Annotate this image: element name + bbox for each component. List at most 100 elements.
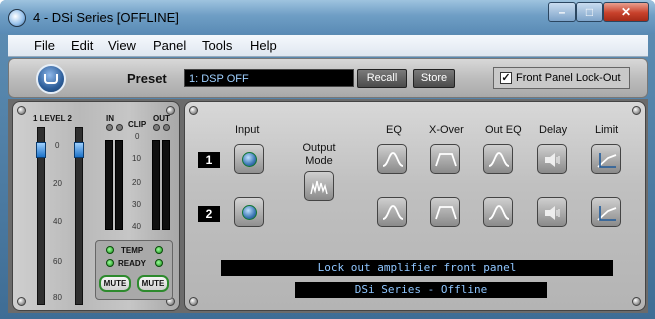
menu-help[interactable]: Help	[250, 38, 277, 53]
eq-bell-icon	[488, 205, 510, 220]
out-eq-2-button[interactable]	[483, 197, 513, 227]
close-button[interactable]: ✕	[603, 2, 649, 22]
clip-led-icon	[106, 124, 113, 131]
preset-select[interactable]: 1: DSP OFF	[184, 69, 354, 87]
ready-led-icon	[155, 259, 163, 267]
lockout-label: Front Panel Lock-Out	[516, 72, 621, 84]
temp-led-icon	[106, 246, 114, 254]
level-panel: 1 LEVEL 2 IN CLIP OUT 0 20 40 60 80 0 10…	[12, 101, 180, 311]
input-meter-2	[115, 140, 123, 230]
limit-header: Limit	[595, 124, 619, 136]
input-meter-1	[105, 140, 113, 230]
meter-tick: 30	[132, 200, 141, 209]
menu-panel[interactable]: Panel	[153, 38, 186, 53]
eq-1-button[interactable]	[377, 144, 407, 174]
eq-header: EQ	[386, 124, 402, 136]
temp-label: TEMP	[121, 246, 144, 255]
fader-scale: 0 20 40 60 80	[51, 127, 69, 305]
meter-scale: 0 10 20 30 40	[129, 132, 147, 232]
app-window: 4 - DSi Series [OFFLINE] – □ ✕ File Edit…	[0, 0, 655, 319]
clip-led-icon	[116, 124, 123, 131]
limit-1-button[interactable]	[591, 144, 621, 174]
main-area: 1 LEVEL 2 IN CLIP OUT 0 20 40 60 80 0 10…	[8, 99, 648, 313]
channel-1-label: 1	[198, 152, 220, 168]
preset-bar: Preset 1: DSP OFF Recall Store ✓ Front P…	[8, 58, 648, 98]
minimize-button[interactable]: –	[548, 2, 576, 22]
menu-tools[interactable]: Tools	[202, 38, 232, 53]
screw-icon	[189, 297, 198, 306]
mute-button-2[interactable]: MUTE	[137, 275, 169, 292]
ready-led-icon	[106, 259, 114, 267]
meter-tick: 40	[132, 222, 141, 231]
level-fader-1[interactable]	[36, 127, 46, 305]
temp-led-icon	[155, 246, 163, 254]
limiter-icon	[597, 206, 617, 221]
in-label: IN	[106, 114, 114, 123]
meter-tick: 10	[132, 154, 141, 163]
level-fader-2[interactable]	[74, 127, 84, 305]
output-meter-1	[152, 140, 160, 230]
input-1-button[interactable]	[234, 144, 264, 174]
input-knob-icon	[242, 152, 257, 167]
menu-edit[interactable]: Edit	[71, 38, 93, 53]
screw-icon	[632, 297, 641, 306]
xover-icon	[435, 206, 457, 220]
store-button[interactable]: Store	[413, 69, 455, 88]
screw-icon	[17, 106, 26, 115]
recall-button[interactable]: Recall	[357, 69, 407, 88]
xover-2-button[interactable]	[430, 197, 460, 227]
output-mode-button[interactable]	[304, 171, 334, 201]
menu-bar: File Edit View Panel Tools Help	[8, 35, 648, 57]
clip-led-icon	[163, 124, 170, 131]
fader-tick: 40	[53, 217, 62, 226]
input-knob-icon	[242, 205, 257, 220]
maximize-button[interactable]: □	[576, 2, 603, 22]
limit-2-button[interactable]	[591, 197, 621, 227]
out-eq-header: Out EQ	[485, 124, 522, 136]
eq-bell-icon	[382, 205, 404, 220]
input-2-button[interactable]	[234, 197, 264, 227]
status-indicators: TEMP READY MUTE MUTE	[95, 240, 173, 300]
limiter-icon	[597, 153, 617, 168]
delay-1-button[interactable]	[537, 144, 567, 174]
screw-icon	[189, 106, 198, 115]
xover-header: X-Over	[429, 124, 464, 136]
fader-tick: 60	[53, 257, 62, 266]
fader-handle[interactable]	[74, 142, 84, 158]
fader-tick: 80	[53, 293, 62, 302]
ready-label: READY	[118, 259, 147, 268]
eq-bell-icon	[488, 152, 510, 167]
screw-icon	[17, 297, 26, 306]
brand-logo-icon	[36, 64, 66, 94]
menu-view[interactable]: View	[108, 38, 136, 53]
device-status: DSi Series - Offline	[295, 282, 547, 298]
preset-label: Preset	[127, 71, 167, 86]
level-label: 1 LEVEL 2	[33, 114, 72, 123]
channel-2-label: 2	[198, 206, 220, 222]
delay-header: Delay	[539, 124, 568, 136]
output-meter-2	[162, 140, 170, 230]
menu-file[interactable]: File	[34, 38, 55, 53]
window-title: 4 - DSi Series [OFFLINE]	[33, 10, 179, 25]
title-bar[interactable]: 4 - DSi Series [OFFLINE] – □ ✕	[0, 0, 655, 34]
out-eq-1-button[interactable]	[483, 144, 513, 174]
fader-handle[interactable]	[36, 142, 46, 158]
speaker-icon	[545, 153, 560, 167]
meter-tick: 0	[135, 132, 140, 141]
fader-tick: 0	[55, 141, 60, 150]
input-header: Input	[235, 124, 260, 136]
clip-label: CLIP	[128, 120, 147, 129]
mute-button-1[interactable]: MUTE	[99, 275, 131, 292]
front-panel-lockout[interactable]: ✓ Front Panel Lock-Out	[493, 67, 630, 89]
clip-led-icon	[153, 124, 160, 131]
xover-1-button[interactable]	[430, 144, 460, 174]
xover-icon	[435, 153, 457, 167]
status-message: Lock out amplifier front panel	[221, 260, 613, 276]
app-icon	[8, 9, 26, 27]
lockout-checkbox[interactable]: ✓	[500, 72, 512, 84]
eq-2-button[interactable]	[377, 197, 407, 227]
output-mode-icon	[310, 180, 328, 195]
eq-bell-icon	[382, 152, 404, 167]
delay-2-button[interactable]	[537, 197, 567, 227]
dsp-panel: Input Output Mode EQ X-Over Out EQ Delay…	[184, 101, 646, 311]
